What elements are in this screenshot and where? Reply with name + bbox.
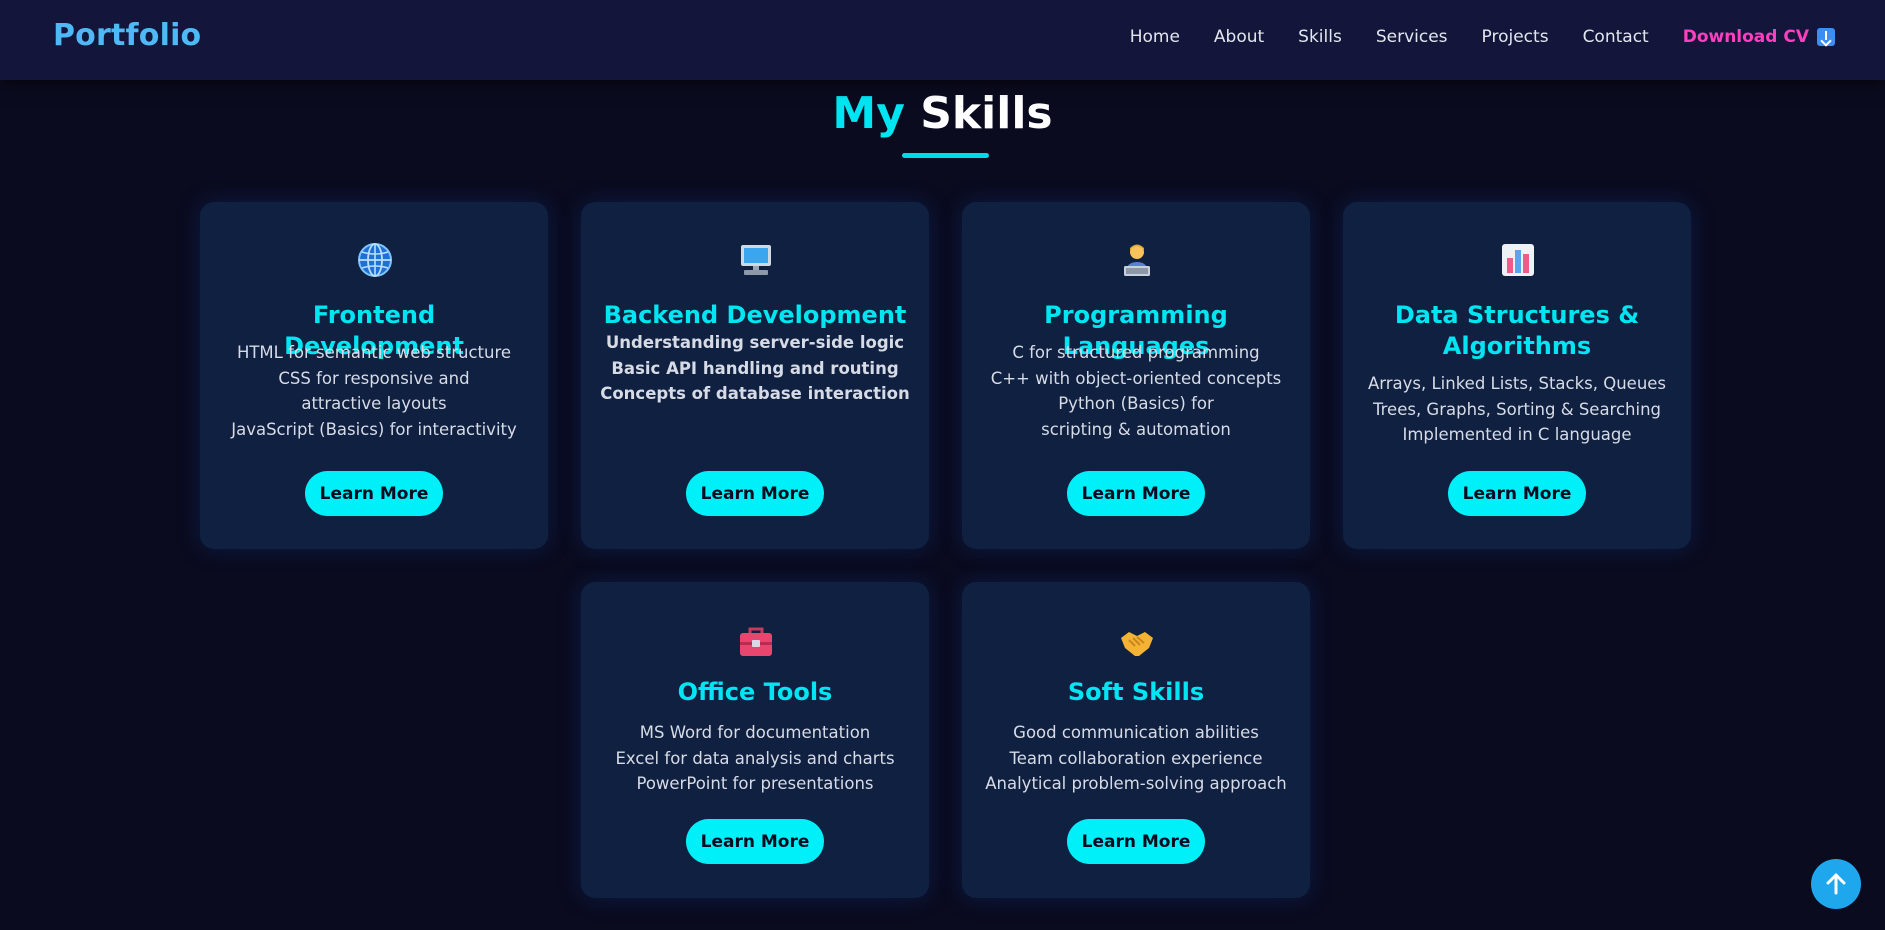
card-line: Arrays, Linked Lists, Stacks, Queues xyxy=(1367,374,1667,393)
card-line: MS Word for documentation xyxy=(639,723,871,742)
title-underline xyxy=(902,153,989,158)
card-line: HTML for semantic web structure xyxy=(236,343,512,362)
download-arrow-icon xyxy=(1817,28,1835,46)
bar-chart-icon xyxy=(1500,242,1536,278)
section-title-accent: My xyxy=(832,88,905,139)
skill-card-programming: Programming Languages C for structured p… xyxy=(962,202,1310,549)
skill-card-soft-skills: Soft Skills Good communication abilities… xyxy=(962,582,1310,898)
skill-card-office: Office Tools MS Word for documentation E… xyxy=(581,582,929,898)
nav-link-about[interactable]: About xyxy=(1214,27,1264,47)
card-description: HTML for semantic web structure CSS for … xyxy=(200,340,548,442)
download-cv-link[interactable]: Download CV xyxy=(1683,27,1835,47)
card-line: Concepts of database interaction xyxy=(600,384,910,404)
nav-links: Home About Skills Services Projects Cont… xyxy=(1130,27,1835,47)
section-title-rest: Skills xyxy=(920,88,1053,139)
learn-more-button[interactable]: Learn More xyxy=(686,819,824,864)
site-logo[interactable]: Portfolio xyxy=(53,18,201,53)
card-title: Backend Development xyxy=(603,301,907,329)
download-cv-label: Download CV xyxy=(1682,27,1809,47)
card-line: Good communication abilities xyxy=(1013,723,1259,742)
card-description: C for structured programming C++ with ob… xyxy=(962,340,1310,442)
card-description: Understanding server-side logic Basic AP… xyxy=(581,330,929,407)
card-description: MS Word for documentation Excel for data… xyxy=(581,720,929,797)
nav-link-home[interactable]: Home xyxy=(1130,27,1180,47)
card-description: Arrays, Linked Lists, Stacks, Queues Tre… xyxy=(1343,371,1691,448)
nav-link-contact[interactable]: Contact xyxy=(1583,27,1649,47)
learn-more-button[interactable]: Learn More xyxy=(686,471,824,516)
card-line: C for structured programming xyxy=(1012,343,1260,362)
card-line: Analytical problem-solving approach xyxy=(985,774,1287,794)
card-line: Implemented in C language xyxy=(1402,425,1632,445)
nav-link-projects[interactable]: Projects xyxy=(1482,27,1549,47)
card-line: Trees, Graphs, Sorting & Searching xyxy=(1372,399,1662,419)
skill-card-dsa: Data Structures & Algorithms Arrays, Lin… xyxy=(1343,202,1691,549)
card-line: JavaScript (Basics) for interactivity xyxy=(231,419,517,439)
nav-link-skills[interactable]: Skills xyxy=(1298,27,1342,47)
navbar: Portfolio Home About Skills Services Pro… xyxy=(0,0,1885,80)
card-line: Excel for data analysis and charts xyxy=(615,748,895,768)
toolbox-icon xyxy=(738,624,774,660)
arrow-up-icon xyxy=(1826,873,1846,895)
card-line: Basic API handling and routing xyxy=(611,358,899,378)
nav-link-services[interactable]: Services xyxy=(1376,27,1448,47)
card-description: Good communication abilities Team collab… xyxy=(962,720,1310,797)
learn-more-button[interactable]: Learn More xyxy=(1067,819,1205,864)
card-line: Python (Basics) for scripting & automati… xyxy=(1041,394,1231,439)
technologist-icon xyxy=(1119,242,1155,278)
card-title: Data Structures & Algorithms xyxy=(1394,301,1640,360)
skill-card-frontend: Frontend Development HTML for semantic w… xyxy=(200,202,548,549)
desktop-computer-icon xyxy=(738,242,774,278)
card-line: PowerPoint for presentations xyxy=(636,774,874,794)
card-line: Understanding server-side logic xyxy=(605,333,905,352)
learn-more-button[interactable]: Learn More xyxy=(1448,471,1586,516)
card-title: Office Tools xyxy=(677,678,833,706)
card-title: Soft Skills xyxy=(1067,678,1205,706)
handshake-icon xyxy=(1119,624,1155,660)
scroll-to-top-button[interactable] xyxy=(1811,859,1861,909)
skill-card-backend: Backend Development Understanding server… xyxy=(581,202,929,549)
card-line: Team collaboration experience xyxy=(1009,748,1263,768)
card-line: CSS for responsive and attractive layout… xyxy=(278,368,470,414)
learn-more-button[interactable]: Learn More xyxy=(1067,471,1205,516)
section-title: My Skills xyxy=(0,88,1885,139)
learn-more-button[interactable]: Learn More xyxy=(305,471,443,516)
globe-icon xyxy=(357,242,393,278)
card-line: C++ with object-oriented concepts xyxy=(990,368,1282,388)
